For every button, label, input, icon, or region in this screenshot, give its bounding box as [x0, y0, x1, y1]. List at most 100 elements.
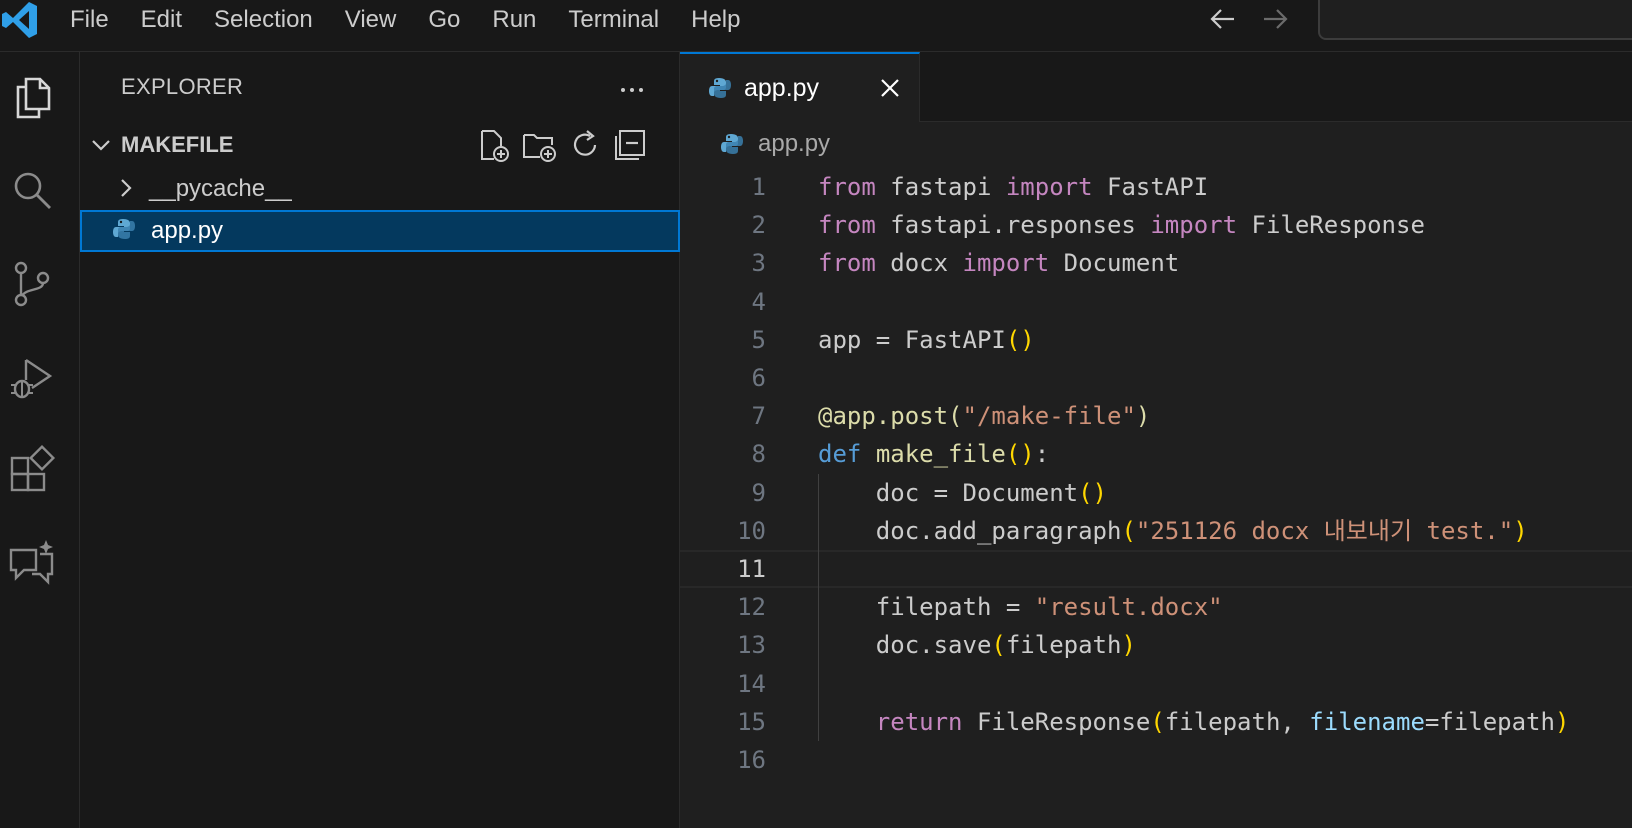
workspace-name: MAKEFILE: [121, 132, 234, 157]
code-token: @app.post(: [818, 402, 963, 431]
explorer-sidebar: EXPLORER MAKEFILE __pycache__ app.py: [80, 52, 680, 828]
code-text: doc.add_paragraph("251126 docx 내보내기 test…: [818, 512, 1528, 550]
line-number: 6: [751, 364, 766, 392]
vscode-logo-icon: [2, 2, 37, 38]
activity-bar: [0, 52, 80, 828]
workspace-section-header[interactable]: MAKEFILE: [80, 122, 680, 166]
line-number: 5: [751, 325, 766, 354]
editor-area: app.py app.py 1 from fastapi import FastA…: [680, 52, 1632, 828]
code-token: (: [1121, 516, 1136, 545]
line-number: 12: [737, 593, 766, 622]
code-token: app = FastAPI: [818, 325, 1006, 354]
code-line[interactable]: 1 from fastapi import FastAPI: [680, 168, 1632, 206]
code-line[interactable]: 5 app = FastAPI(): [680, 321, 1632, 359]
code-token: ): [1513, 516, 1528, 545]
line-number: 8: [751, 440, 766, 469]
line-number: 7: [751, 402, 766, 431]
code-token: Document: [1049, 249, 1180, 278]
code-token: doc = Document: [818, 478, 1079, 507]
code-line[interactable]: 9 doc = Document(): [680, 474, 1632, 512]
menu-edit[interactable]: Edit: [125, 2, 198, 38]
code-text: def make_file():: [818, 435, 1049, 473]
code-line[interactable]: 15 return FileResponse(filepath, filenam…: [680, 703, 1632, 741]
code-line[interactable]: 12 filepath = "result.docx": [680, 588, 1632, 626]
tree-item-pycache[interactable]: __pycache__: [80, 168, 680, 210]
code-token: "/make-file": [962, 402, 1136, 431]
menu-run[interactable]: Run: [476, 2, 552, 38]
code-token: doc.save: [818, 631, 992, 660]
collapse-all-icon[interactable]: [612, 126, 650, 164]
menu-bar: File Edit Selection View Go Run Terminal…: [54, 0, 756, 40]
code-token: fastapi: [875, 173, 1006, 201]
code-token: filepath: [1005, 631, 1122, 660]
menu-go[interactable]: Go: [412, 2, 476, 38]
close-icon[interactable]: [876, 74, 904, 102]
code-token: filepath,: [1164, 707, 1310, 736]
line-number: 15: [737, 707, 766, 736]
line-number: 11: [737, 555, 766, 583]
tree-item-app-py[interactable]: app.py: [80, 210, 680, 252]
code-token: from: [818, 249, 876, 278]
line-number: 14: [737, 669, 766, 698]
code-token: filename: [1309, 707, 1425, 736]
code-token: (): [1005, 325, 1035, 354]
code-text: doc.save(filepath): [818, 626, 1136, 664]
tab-app-py[interactable]: app.py: [680, 52, 920, 122]
run-debug-icon[interactable]: [6, 352, 58, 404]
chevron-down-icon: [92, 140, 110, 151]
code-token: return: [875, 707, 963, 736]
menu-file[interactable]: File: [54, 2, 125, 38]
source-control-icon[interactable]: [6, 258, 58, 310]
code-text: filepath = "result.docx": [818, 588, 1223, 626]
breadcrumb-file: app.py: [758, 130, 831, 157]
menu-terminal[interactable]: Terminal: [552, 2, 675, 38]
search-icon[interactable]: [6, 164, 58, 216]
extensions-icon[interactable]: [6, 444, 58, 496]
code-token: ): [1554, 707, 1570, 736]
code-token: import: [1005, 173, 1093, 201]
code-token: (: [991, 631, 1006, 660]
code-text: return FileResponse(filepath, filename=f…: [818, 703, 1570, 741]
menu-view[interactable]: View: [329, 2, 413, 38]
menu-selection[interactable]: Selection: [198, 2, 329, 38]
code-line[interactable]: 14: [680, 665, 1632, 703]
code-line[interactable]: 6: [680, 359, 1632, 397]
line-number: 1: [751, 173, 766, 201]
menu-help[interactable]: Help: [675, 2, 756, 38]
code-line[interactable]: 4: [680, 283, 1632, 321]
forward-arrow-icon[interactable]: [1258, 2, 1292, 36]
line-number: 16: [737, 746, 766, 774]
code-token: (: [1150, 707, 1165, 736]
code-token: import: [1150, 211, 1238, 240]
code-line[interactable]: 16: [680, 741, 1632, 779]
code-editor[interactable]: 1 from fastapi import FastAPI 2 from fastap…: [680, 168, 1632, 828]
code-token: fastapi.responses: [875, 211, 1151, 240]
code-token: :: [1034, 440, 1050, 469]
code-token: doc.add_paragraph: [818, 516, 1122, 545]
code-line[interactable]: 3 from docx import Document: [680, 244, 1632, 282]
code-line[interactable]: 7 @app.post("/make-file"): [680, 397, 1632, 435]
refresh-icon[interactable]: [566, 126, 604, 164]
code-text: from fastapi import FastAPI: [818, 168, 1208, 206]
code-token: filepath =: [818, 593, 1035, 622]
code-line[interactable]: 8 def make_file():: [680, 435, 1632, 473]
command-center-search[interactable]: [1318, 0, 1632, 40]
tree-item-label: app.py: [151, 217, 224, 244]
code-line[interactable]: 10 doc.add_paragraph("251126 docx 내보내기 t…: [680, 512, 1632, 550]
code-token: ): [1135, 402, 1151, 431]
more-actions-icon[interactable]: [614, 72, 650, 108]
code-line[interactable]: 2 from fastapi.responses import FileRespo…: [680, 206, 1632, 244]
new-folder-icon[interactable]: [520, 126, 558, 164]
code-line[interactable]: 11: [680, 550, 1632, 588]
explorer-icon[interactable]: [6, 72, 58, 124]
new-file-icon[interactable]: [474, 126, 512, 164]
code-token: def: [818, 440, 862, 469]
sidebar-title: EXPLORER: [121, 74, 244, 99]
python-file-icon: [721, 134, 743, 154]
code-token: make_file: [875, 440, 1006, 469]
back-arrow-icon[interactable]: [1206, 2, 1240, 36]
code-line[interactable]: 13 doc.save(filepath): [680, 626, 1632, 664]
title-bar: File Edit Selection View Go Run Terminal…: [0, 0, 1632, 52]
chat-icon[interactable]: [6, 538, 58, 590]
